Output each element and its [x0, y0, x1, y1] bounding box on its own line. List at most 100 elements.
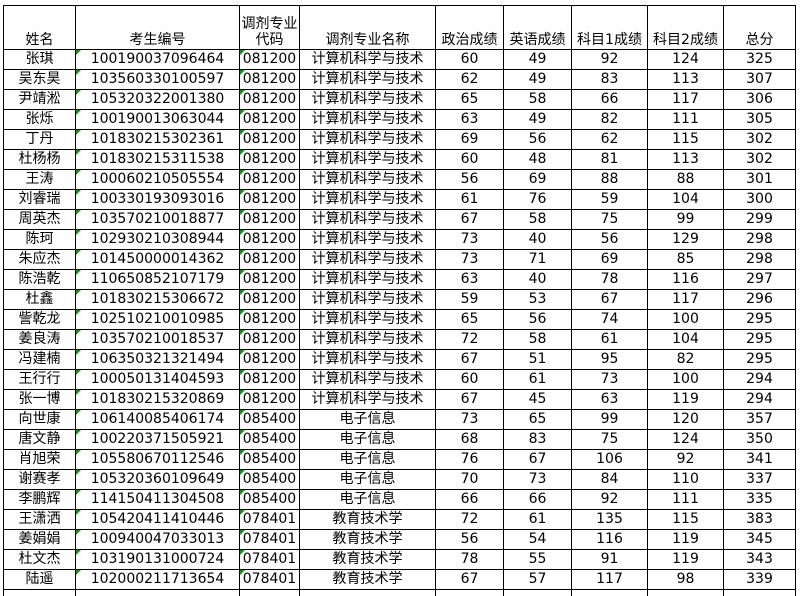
cell-subject2[interactable]: 99 [648, 210, 724, 230]
cell-major-name[interactable]: 教育技术学 [300, 530, 436, 550]
cell-english[interactable]: 61 [504, 370, 572, 390]
cell-major-name[interactable]: 计算机科学与技术 [300, 250, 436, 270]
cell-major-code[interactable]: 085400 [240, 490, 300, 510]
cell-subject2[interactable]: 88 [648, 170, 724, 190]
cell-major-name[interactable]: 电子信息 [300, 490, 436, 510]
cell-total[interactable]: 294 [724, 370, 796, 390]
cell-english[interactable]: 57 [504, 570, 572, 590]
cell-total[interactable]: 295 [724, 330, 796, 350]
cell-subject2[interactable]: 119 [648, 390, 724, 410]
cell-id[interactable]: 101450000014362 [76, 250, 240, 270]
cell-subject2[interactable]: 115 [648, 510, 724, 530]
cell-total[interactable]: 350 [724, 430, 796, 450]
cell-politics[interactable]: 73 [436, 410, 504, 430]
header-subject1[interactable]: 科目1成绩 [572, 6, 648, 50]
cell-politics[interactable]: 56 [436, 530, 504, 550]
cell-id[interactable]: 100220371505921 [76, 430, 240, 450]
cell-total[interactable]: 337 [724, 470, 796, 490]
cell-subject1[interactable]: 61 [572, 330, 648, 350]
cell-subject2[interactable]: 113 [648, 70, 724, 90]
cell-subject1[interactable]: 106 [572, 450, 648, 470]
cell-subject1[interactable]: 92 [572, 490, 648, 510]
cell-major-code[interactable]: 078401 [240, 570, 300, 590]
cell-name[interactable]: 王行行 [4, 370, 76, 390]
cell-subject1[interactable]: 78 [572, 270, 648, 290]
cell-id[interactable]: 103190131000724 [76, 550, 240, 570]
cell-english[interactable]: 65 [504, 410, 572, 430]
cell-politics[interactable]: 67 [436, 210, 504, 230]
cell-major-code[interactable]: 081200 [240, 90, 300, 110]
cell-subject2[interactable]: 124 [648, 430, 724, 450]
cell-major-name[interactable]: 计算机科学与技术 [300, 50, 436, 70]
cell-english[interactable]: 49 [504, 70, 572, 90]
cell-total[interactable]: 305 [724, 110, 796, 130]
cell-id[interactable]: 100330193093016 [76, 190, 240, 210]
cell-english[interactable]: 40 [504, 270, 572, 290]
cell-subject1[interactable]: 82 [572, 110, 648, 130]
cell-subject2[interactable]: 82 [648, 350, 724, 370]
cell-total[interactable]: 345 [724, 530, 796, 550]
cell-subject1[interactable]: 84 [572, 470, 648, 490]
header-id[interactable]: 考生编号 [76, 6, 240, 50]
cell-name[interactable]: 陆遥 [4, 570, 76, 590]
cell-english[interactable]: 49 [504, 110, 572, 130]
cell-major-name[interactable]: 计算机科学与技术 [300, 110, 436, 130]
cell-english[interactable]: 69 [504, 170, 572, 190]
cell-politics[interactable]: 63 [436, 110, 504, 130]
cell-total[interactable]: 296 [724, 290, 796, 310]
cell-name[interactable]: 尹靖淞 [4, 90, 76, 110]
cell-politics[interactable]: 72 [436, 330, 504, 350]
cell-english[interactable]: 48 [504, 150, 572, 170]
cell-id[interactable]: 105320322001380 [76, 90, 240, 110]
cell-english[interactable]: 76 [504, 190, 572, 210]
cell-total[interactable]: 297 [724, 270, 796, 290]
cell-major-code[interactable]: 081200 [240, 390, 300, 410]
cell-name[interactable]: 向世康 [4, 410, 76, 430]
cell-subject2[interactable]: 85 [648, 250, 724, 270]
cell-id[interactable]: 100190037096464 [76, 50, 240, 70]
cell-total[interactable]: 302 [724, 150, 796, 170]
cell-english[interactable]: 54 [504, 530, 572, 550]
cell-name[interactable]: 訾乾龙 [4, 310, 76, 330]
cell-total[interactable]: 339 [724, 570, 796, 590]
cell-subject1[interactable]: 59 [572, 190, 648, 210]
cell-subject1[interactable]: 135 [572, 510, 648, 530]
cell-id[interactable]: 101830215311538 [76, 150, 240, 170]
cell-english[interactable]: 58 [504, 210, 572, 230]
cell-major-name[interactable]: 计算机科学与技术 [300, 150, 436, 170]
cell-english[interactable]: 71 [504, 250, 572, 270]
cell-major-name[interactable]: 计算机科学与技术 [300, 370, 436, 390]
cell-major-name[interactable]: 计算机科学与技术 [300, 330, 436, 350]
cell-major-name[interactable]: 计算机科学与技术 [300, 230, 436, 250]
cell-major-name[interactable]: 计算机科学与技术 [300, 170, 436, 190]
cell-english[interactable]: 58 [504, 90, 572, 110]
cell-total[interactable]: 306 [724, 90, 796, 110]
cell-subject1[interactable]: 69 [572, 250, 648, 270]
cell-subject2[interactable]: 104 [648, 330, 724, 350]
cell-subject2[interactable]: 117 [648, 90, 724, 110]
header-english[interactable]: 英语成绩 [504, 6, 572, 50]
cell-subject1[interactable]: 74 [572, 310, 648, 330]
cell-id[interactable]: 102930210308944 [76, 230, 240, 250]
cell-major-code[interactable]: 078401 [240, 510, 300, 530]
cell-major-code[interactable]: 081200 [240, 230, 300, 250]
cell-subject2[interactable]: 111 [648, 490, 724, 510]
cell-english[interactable]: 51 [504, 350, 572, 370]
cell-politics[interactable]: 73 [436, 230, 504, 250]
cell-name[interactable]: 张烁 [4, 110, 76, 130]
cell-subject1[interactable]: 81 [572, 150, 648, 170]
cell-name[interactable]: 姜娟娟 [4, 530, 76, 550]
cell-politics[interactable]: 61 [436, 190, 504, 210]
cell-subject2[interactable]: 120 [648, 410, 724, 430]
cell-major-name[interactable]: 计算机科学与技术 [300, 70, 436, 90]
cell-subject1[interactable]: 66 [572, 90, 648, 110]
cell-major-code[interactable]: 085400 [240, 470, 300, 490]
header-major-code[interactable]: 调剂专业代码 [240, 6, 300, 50]
cell-major-name[interactable]: 计算机科学与技术 [300, 130, 436, 150]
cell-major-name[interactable]: 教育技术学 [300, 570, 436, 590]
cell-name[interactable]: 杜杨杨 [4, 150, 76, 170]
cell-total[interactable]: 301 [724, 170, 796, 190]
cell-name[interactable]: 朱应杰 [4, 250, 76, 270]
cell-major-name[interactable]: 计算机科学与技术 [300, 350, 436, 370]
cell-english[interactable]: 83 [504, 430, 572, 450]
